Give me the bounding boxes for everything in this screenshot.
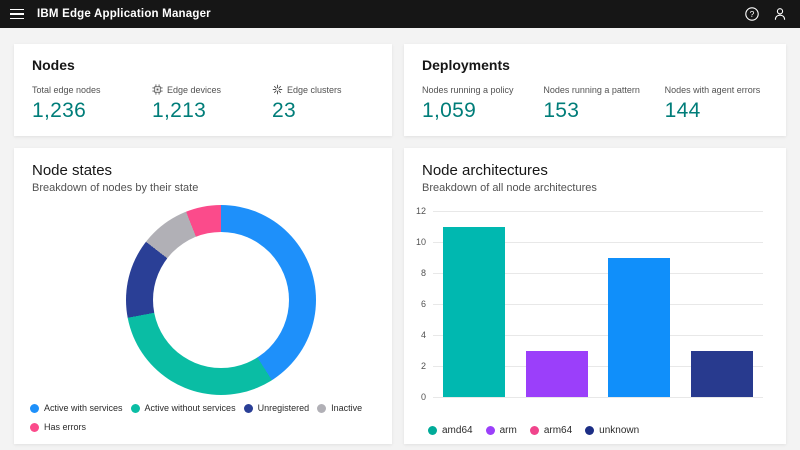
- legend-label: Active without services: [144, 403, 236, 413]
- nodes-card: Nodes Total edge nodes 1,236 Edge device…: [14, 44, 392, 136]
- nodes-card-title: Nodes: [32, 57, 75, 73]
- node-states-subtitle: Breakdown of nodes by their state: [32, 182, 199, 194]
- legend-item[interactable]: Inactive: [317, 403, 362, 413]
- y-axis-tick-label: 6: [420, 299, 426, 309]
- help-icon[interactable]: ?: [740, 2, 764, 26]
- bar-plot: [433, 211, 763, 397]
- metric-nodes-running-pattern: Nodes running a pattern 153: [543, 84, 664, 123]
- cluster-icon: [272, 84, 283, 97]
- legend-item[interactable]: Unregistered: [243, 403, 310, 413]
- donut-chart[interactable]: [126, 205, 316, 395]
- svg-text:?: ?: [750, 9, 755, 19]
- deployments-metrics: Nodes running a policy 1,059 Nodes runni…: [422, 84, 786, 123]
- legend-item[interactable]: amd64: [428, 425, 473, 436]
- legend-label: Unregistered: [257, 403, 310, 413]
- legend-item[interactable]: Active without services: [130, 403, 236, 413]
- user-avatar-icon[interactable]: [768, 2, 792, 26]
- deployments-card: Deployments Nodes running a policy 1,059…: [404, 44, 786, 136]
- metric-value: 1,236: [32, 99, 87, 122]
- metric-value: 1,059: [422, 99, 477, 122]
- bar-slot: [516, 350, 599, 397]
- legend-dot: [317, 403, 327, 413]
- bar-amd64[interactable]: [443, 226, 506, 397]
- header-actions: ?: [740, 2, 800, 26]
- legend-dot: [30, 403, 39, 413]
- deployments-card-title: Deployments: [422, 57, 510, 73]
- legend-label: arm: [499, 425, 517, 436]
- metric-value: 153: [543, 99, 580, 122]
- legend-item[interactable]: arm: [485, 425, 517, 436]
- legend-dot: [529, 426, 539, 435]
- metric-edge-devices: Edge devices 1,213: [152, 83, 272, 123]
- hamburger-menu-icon[interactable]: [0, 0, 28, 28]
- bar-chart: 0 2 4 6 8 10 12: [404, 204, 786, 414]
- y-axis-tick-label: 2: [420, 361, 426, 371]
- y-axis-tick-label: 0: [420, 392, 426, 402]
- node-states-card: Node states Breakdown of nodes by their …: [14, 148, 392, 444]
- bar-slot: [681, 350, 764, 397]
- metric-total-edge-nodes: Total edge nodes 1,236: [32, 84, 152, 123]
- legend-label: Inactive: [331, 403, 363, 413]
- nodes-metrics: Total edge nodes 1,236 Edge devices 1,21…: [32, 83, 392, 123]
- metric-label: Nodes running a policy: [422, 85, 514, 95]
- legend-item[interactable]: Active with services: [30, 403, 123, 413]
- donut-hole: [153, 232, 289, 368]
- legend-label: amd64: [442, 425, 473, 436]
- app-title: IBM Edge Application Manager: [37, 8, 211, 20]
- node-architectures-title: Node architectures: [422, 162, 548, 179]
- y-axis-tick-label: 10: [415, 237, 426, 247]
- legend-item[interactable]: unknown: [585, 425, 639, 436]
- metric-nodes-agent-errors: Nodes with agent errors 144: [665, 84, 786, 123]
- metric-nodes-running-policy: Nodes running a policy 1,059: [422, 84, 543, 123]
- legend-label: Has errors: [44, 422, 87, 432]
- legend-item[interactable]: arm64: [529, 425, 573, 436]
- metric-edge-clusters: Edge clusters 23: [272, 84, 392, 123]
- metric-label: Nodes with agent errors: [664, 85, 761, 95]
- metric-label: Edge clusters: [287, 85, 342, 95]
- grid-line: [433, 397, 763, 398]
- metric-value: 144: [664, 99, 701, 122]
- y-axis-tick-label: 8: [420, 268, 426, 278]
- bar-slot: [598, 257, 681, 397]
- chip-icon: [152, 83, 163, 97]
- metric-label: Total edge nodes: [32, 85, 101, 95]
- bar-legend: amd64 arm arm64 unknown: [428, 425, 778, 436]
- y-axis-tick-label: 12: [415, 206, 426, 216]
- bar-arm64[interactable]: [608, 257, 671, 397]
- y-axis-tick-label: 4: [420, 330, 426, 340]
- node-states-title: Node states: [32, 162, 113, 179]
- legend-item[interactable]: Has errors: [30, 422, 86, 432]
- legend-label: unknown: [599, 425, 640, 436]
- legend-dot: [585, 426, 595, 435]
- legend-dot: [485, 426, 495, 435]
- metric-label: Nodes running a pattern: [543, 85, 640, 95]
- donut-legend: Active with services Active without servi…: [30, 403, 394, 432]
- legend-dot: [428, 426, 437, 435]
- legend-dot: [243, 403, 253, 413]
- metric-value: 1,213: [152, 99, 207, 122]
- legend-label: Active with services: [44, 403, 123, 413]
- node-architectures-card: Node architectures Breakdown of all node…: [404, 148, 786, 444]
- legend-dot: [130, 403, 140, 413]
- bar-arm[interactable]: [525, 350, 588, 397]
- metric-label: Edge devices: [167, 85, 222, 95]
- app-header: IBM Edge Application Manager ?: [0, 0, 800, 28]
- bar-unknown[interactable]: [690, 350, 753, 397]
- metric-value: 23: [272, 99, 296, 122]
- node-architectures-subtitle: Breakdown of all node architectures: [422, 182, 597, 194]
- legend-label: arm64: [543, 425, 573, 436]
- bar-slot: [433, 226, 516, 397]
- legend-dot: [30, 422, 39, 432]
